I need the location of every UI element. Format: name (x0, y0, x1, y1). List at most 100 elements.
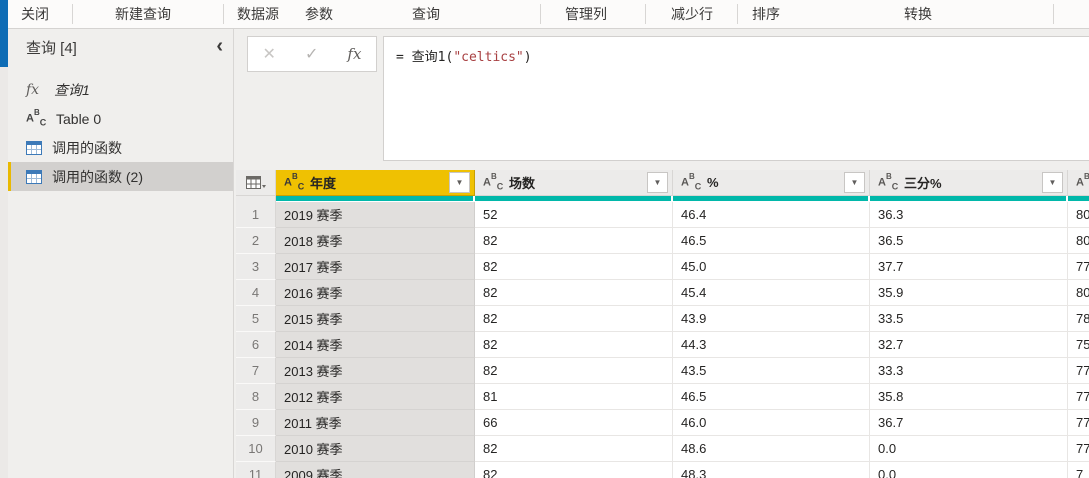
table-cell[interactable]: 82 (475, 332, 673, 358)
row-number[interactable]: 2 (236, 228, 276, 254)
table-cell[interactable]: 45.4 (673, 280, 870, 306)
query-list-item[interactable]: 调用的函数 (8, 133, 233, 162)
table-cell[interactable]: 36.7 (870, 410, 1068, 436)
table-cell[interactable]: 2013 赛季 (276, 358, 475, 384)
table-row: 11 2009 赛季 82 48.3 0.0 7 (236, 462, 1089, 478)
row-number[interactable]: 6 (236, 332, 276, 358)
column-filter-dropdown[interactable]: ▼ (1042, 172, 1063, 193)
table-cell[interactable]: 75 (1068, 332, 1089, 358)
table-cell[interactable]: 80 (1068, 202, 1089, 228)
table-cell[interactable]: 2009 赛季 (276, 462, 475, 478)
row-number[interactable]: 1 (236, 202, 276, 228)
table-cell[interactable]: 2016 赛季 (276, 280, 475, 306)
grid-header-row: ABC 年度 ▼ ABC 场数 ▼ ABC% ▼ ABC 三分% ▼ ABC (236, 170, 1089, 196)
table-cell[interactable]: 2014 赛季 (276, 332, 475, 358)
row-number[interactable]: 8 (236, 384, 276, 410)
cancel-formula-icon[interactable]: ✕ (263, 44, 276, 64)
row-number[interactable]: 3 (236, 254, 276, 280)
table-cell[interactable]: 52 (475, 202, 673, 228)
ribbon-group-2[interactable]: 新建查询 (115, 0, 171, 28)
select-all-corner-button[interactable] (236, 170, 276, 196)
table-cell[interactable]: 0.0 (870, 436, 1068, 462)
ribbon-group-8[interactable]: 排序 (752, 0, 780, 28)
table-cell[interactable]: 66 (475, 410, 673, 436)
column-header-%[interactable]: ABC% ▼ (673, 170, 870, 196)
table-cell[interactable]: 82 (475, 462, 673, 478)
row-number[interactable]: 4 (236, 280, 276, 306)
column-header-场数[interactable]: ABC 场数 ▼ (475, 170, 673, 196)
table-cell[interactable]: 82 (475, 280, 673, 306)
table-cell[interactable]: 80 (1068, 280, 1089, 306)
table-cell[interactable]: 2011 赛季 (276, 410, 475, 436)
query-list-item[interactable]: ABC Table 0 (8, 104, 233, 133)
table-cell[interactable]: 82 (475, 436, 673, 462)
table-cell[interactable]: 81 (475, 384, 673, 410)
table-cell[interactable]: 46.5 (673, 228, 870, 254)
table-cell[interactable]: 43.9 (673, 306, 870, 332)
table-cell[interactable]: 37.7 (870, 254, 1068, 280)
sidebar-header: 查询 [4] ‹ (8, 29, 233, 65)
table-cell[interactable]: 2019 赛季 (276, 202, 475, 228)
ribbon-group-1[interactable]: 关闭 (21, 0, 49, 28)
table-cell[interactable]: 2017 赛季 (276, 254, 475, 280)
table-cell[interactable]: 2015 赛季 (276, 306, 475, 332)
confirm-formula-icon[interactable]: ✓ (305, 44, 318, 64)
table-cell[interactable]: 82 (475, 306, 673, 332)
table-cell[interactable]: 82 (475, 358, 673, 384)
table-cell[interactable]: 48.3 (673, 462, 870, 478)
row-number[interactable]: 11 (236, 462, 276, 478)
ribbon-group-4[interactable]: 参数 (305, 0, 333, 28)
table-cell[interactable]: 35.9 (870, 280, 1068, 306)
table-cell[interactable]: 77 (1068, 436, 1089, 462)
table-cell[interactable]: 2018 赛季 (276, 228, 475, 254)
column-header-三分%[interactable]: ABC 三分% ▼ (870, 170, 1068, 196)
table-cell[interactable]: 36.5 (870, 228, 1068, 254)
ribbon-group-6[interactable]: 管理列 (565, 0, 607, 28)
query-list-item[interactable]: 调用的函数 (2) (8, 162, 233, 191)
table-cell[interactable]: 46.0 (673, 410, 870, 436)
table-cell[interactable]: 77 (1068, 410, 1089, 436)
table-cell[interactable]: 78 (1068, 306, 1089, 332)
row-number[interactable]: 9 (236, 410, 276, 436)
ribbon-group-3[interactable]: 数据源 (237, 0, 279, 28)
column-filter-dropdown[interactable]: ▼ (647, 172, 668, 193)
table-cell[interactable]: 35.8 (870, 384, 1068, 410)
query-list-item[interactable]: fx 查询1 (8, 75, 233, 104)
table-cell[interactable]: 82 (475, 254, 673, 280)
table-cell[interactable]: 77 (1068, 358, 1089, 384)
ribbon-group-7[interactable]: 减少行 (671, 0, 713, 28)
table-cell[interactable]: 77 (1068, 384, 1089, 410)
table-cell[interactable]: 36.3 (870, 202, 1068, 228)
formula-bar-buttons: ✕ ✓ fx (247, 36, 377, 72)
table-cell[interactable]: 45.0 (673, 254, 870, 280)
table-cell[interactable]: 48.6 (673, 436, 870, 462)
table-cell[interactable]: 33.5 (870, 306, 1068, 332)
table-cell[interactable]: 44.3 (673, 332, 870, 358)
column-header-年度[interactable]: ABC 年度 ▼ (276, 170, 475, 196)
table-cell[interactable]: 77 (1068, 254, 1089, 280)
ribbon-group-9[interactable]: 转换 (904, 0, 932, 28)
table-cell[interactable]: 80 (1068, 228, 1089, 254)
row-number[interactable]: 10 (236, 436, 276, 462)
row-number[interactable]: 5 (236, 306, 276, 332)
table-cell[interactable]: 46.4 (673, 202, 870, 228)
table-cell[interactable]: 2012 赛季 (276, 384, 475, 410)
ribbon-group-5[interactable]: 查询 (412, 0, 440, 28)
column-filter-dropdown[interactable]: ▼ (844, 172, 865, 193)
formula-input[interactable]: = 查询1("celtics") (383, 36, 1089, 161)
collapse-pane-icon[interactable]: ‹ (216, 33, 223, 59)
table-cell[interactable]: 33.3 (870, 358, 1068, 384)
table-cell[interactable]: 32.7 (870, 332, 1068, 358)
table-cell[interactable]: 46.5 (673, 384, 870, 410)
formula-text-tail: ) (523, 50, 532, 65)
table-cell[interactable]: 2010 赛季 (276, 436, 475, 462)
table-cell[interactable]: 82 (475, 228, 673, 254)
column-filter-dropdown[interactable]: ▼ (449, 172, 470, 193)
column-header-clipped[interactable]: ABC (1068, 170, 1089, 196)
table-cell[interactable]: 43.5 (673, 358, 870, 384)
table-cell[interactable]: 7 (1068, 462, 1089, 478)
ribbon-separator (645, 4, 646, 24)
row-number[interactable]: 7 (236, 358, 276, 384)
table-cell[interactable]: 0.0 (870, 462, 1068, 478)
fx-icon[interactable]: fx (347, 45, 361, 63)
